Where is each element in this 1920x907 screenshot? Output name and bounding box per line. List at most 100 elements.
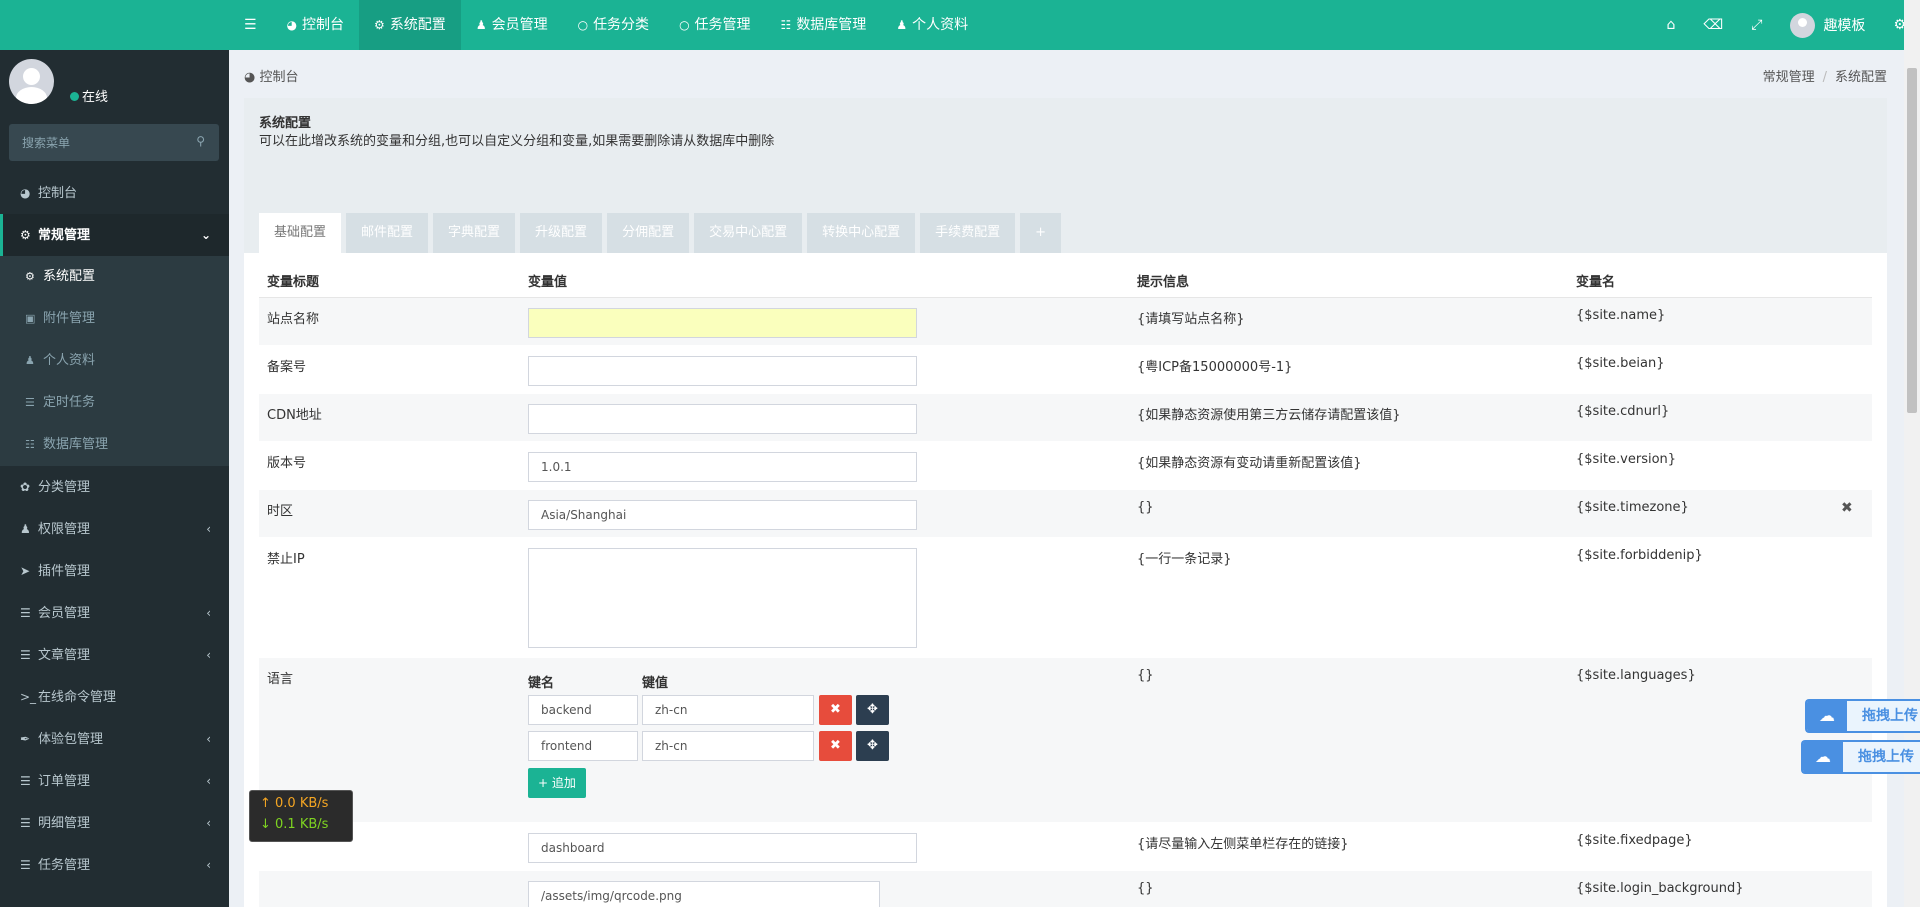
site-name-input[interactable]	[528, 308, 917, 338]
tab-email[interactable]: 邮件配置	[346, 213, 429, 253]
kv-key-header: 键名	[528, 676, 555, 691]
float-upload-button[interactable]: ☁ 拖拽上传	[1801, 740, 1920, 774]
sidebar-item-dashboard[interactable]: ◕ 控制台	[0, 172, 229, 214]
drag-handle-button[interactable]: ✥	[856, 731, 889, 761]
panel-heading: 系统配置 可以在此增改系统的变量和分组,也可以自定义分组和变量,如果需要删除请从…	[244, 98, 1887, 253]
kv-key-input[interactable]: frontend	[528, 731, 638, 761]
main-content: ◕ 控制台 常规管理 / 系统配置 系统配置 可以在此增改系统的变量和分组,也可以自…	[229, 50, 1920, 907]
arrow-up-icon: ↑	[260, 796, 276, 811]
topnav-task-category[interactable]: ○ 任务分类	[563, 0, 664, 50]
topnav-task[interactable]: ○ 任务管理	[664, 0, 765, 50]
page-title: ◕ 控制台	[244, 70, 299, 85]
kv-value-input[interactable]: zh-cn	[642, 695, 814, 725]
topnav-profile[interactable]: ♟ 个人资料	[881, 0, 983, 50]
sidebar-subitem-attachment[interactable]: ▣ 附件管理	[0, 298, 229, 340]
menu-icon: ☰	[244, 17, 257, 33]
dashboard-icon: ◕	[20, 186, 31, 200]
list-icon: ☰	[20, 858, 31, 872]
terminal-icon: >_	[20, 690, 37, 704]
append-button[interactable]: + 追加	[528, 768, 586, 798]
row-tip: {}	[1137, 668, 1154, 683]
fullscreen-icon[interactable]: ⤢	[1737, 17, 1776, 33]
row-tip: {请填写站点名称}	[1137, 312, 1245, 327]
dashboard-icon: ◕	[244, 70, 260, 85]
home-icon[interactable]: ⌂	[1653, 17, 1690, 33]
tab-basic[interactable]: 基础配置	[259, 213, 342, 253]
sidebar-subitem-crontab[interactable]: ☰ 定时任务	[0, 382, 229, 424]
sidebar-item-package[interactable]: ✒ 体验包管理 ‹	[0, 718, 229, 760]
sidebar-item-auth[interactable]: ♟ 权限管理 ‹	[0, 508, 229, 550]
group-icon: ♟	[20, 522, 31, 536]
gear-icon: ⚙	[374, 18, 385, 32]
remove-pair-button[interactable]: ✖	[819, 731, 852, 761]
timezone-input[interactable]: Asia/Shanghai	[528, 500, 917, 530]
sidebar-item-order[interactable]: ☰ 订单管理 ‹	[0, 760, 229, 802]
remove-pair-button[interactable]: ✖	[819, 695, 852, 725]
search-icon[interactable]: ⚲	[196, 134, 205, 148]
col-title-header: 变量标题	[267, 275, 320, 290]
row-tip: {如果静态资源使用第三方云储存请配置该值}	[1137, 408, 1401, 423]
sidebar-menu: ◕ 控制台 ⚙ 常规管理 ⌄ ⚙ 系统配置 ▣ 附件管理 ♟ 个人资料 ☰ 定时任务 ☷ 数据库…	[0, 172, 229, 886]
sidebar-subitem-database[interactable]: ☷ 数据库管理	[0, 424, 229, 466]
tab-trade-center[interactable]: 交易中心配置	[694, 213, 803, 253]
top-navbar: ☰ ◕ 控制台 ⚙ 系统配置 ♟ 会员管理 ○ 任务分类 ○ 任务管理 ☷ 数据库管理 ♟ 个…	[229, 0, 1920, 50]
tab-dictionary[interactable]: 字典配置	[433, 213, 516, 253]
topnav-config[interactable]: ⚙ 系统配置	[359, 0, 461, 50]
row-var: {$site.cdnurl}	[1576, 404, 1670, 419]
drag-handle-button[interactable]: ✥	[856, 695, 889, 725]
sidebar-item-addon[interactable]: ➤ 插件管理	[0, 550, 229, 592]
delete-row-icon[interactable]: ✖	[1841, 500, 1853, 516]
beian-input[interactable]	[528, 356, 917, 386]
kv-key-input[interactable]: backend	[528, 695, 638, 725]
tab-convert-center[interactable]: 转换中心配置	[807, 213, 916, 253]
user-menu[interactable]: 趣模板	[1776, 12, 1879, 38]
list-icon: ☰	[20, 816, 31, 830]
table-row: /assets/img/qrcode.png ⇧ 上传 ☰ 选择 {} {$si…	[259, 871, 1872, 907]
row-title: 禁止IP	[267, 552, 305, 567]
row-title: 语言	[267, 672, 294, 687]
forbiddenip-textarea[interactable]	[528, 548, 917, 648]
tab-fee[interactable]: 手续费配置	[920, 213, 1016, 253]
version-input[interactable]: 1.0.1	[528, 452, 917, 482]
tab-upgrade[interactable]: 升级配置	[520, 213, 603, 253]
topnav-database[interactable]: ☷ 数据库管理	[766, 0, 882, 50]
scrollbar-thumb[interactable]	[1907, 68, 1917, 413]
sidebar-item-general[interactable]: ⚙ 常规管理 ⌄	[0, 214, 229, 256]
chevron-left-icon: ‹	[206, 858, 211, 872]
row-tip: {粤ICP备15000000号-1}	[1137, 360, 1293, 375]
sidebar-item-article[interactable]: ☰ 文章管理 ‹	[0, 634, 229, 676]
logo-area	[0, 0, 229, 50]
sidebar-item-task[interactable]: ☰ 任务管理 ‹	[0, 844, 229, 886]
tab-commission[interactable]: 分佣配置	[607, 213, 690, 253]
table-row: CDN地址 {如果静态资源使用第三方云储存请配置该值} {$site.cdnur…	[259, 394, 1872, 442]
cdnurl-input[interactable]	[528, 404, 917, 434]
download-speed: ↓ 0.1 KB/s	[260, 817, 329, 832]
sidebar-item-member[interactable]: ☰ 会员管理 ‹	[0, 592, 229, 634]
list-icon: ☰	[20, 648, 31, 662]
sidebar-item-category[interactable]: ✿ 分类管理	[0, 466, 229, 508]
kv-value-input[interactable]: zh-cn	[642, 731, 814, 761]
login-background-input[interactable]: /assets/img/qrcode.png	[528, 881, 880, 907]
table-row: 站点名称 {请填写站点名称} {$site.name}	[259, 298, 1872, 346]
sidebar-subitem-config[interactable]: ⚙ 系统配置	[0, 256, 229, 298]
chevron-down-icon: ⌄	[200, 228, 211, 242]
config-table: 变量标题 变量值 提示信息 变量名 站点名称 {请填写站点名称} {$site.…	[259, 253, 1872, 907]
list-icon: ☰	[20, 606, 31, 620]
topnav-dashboard[interactable]: ◕ 控制台	[272, 0, 359, 50]
submenu-general: ⚙ 系统配置 ▣ 附件管理 ♟ 个人资料 ☰ 定时任务 ☷ 数据库管理	[0, 256, 229, 466]
breadcrumb-parent[interactable]: 常规管理	[1763, 70, 1815, 85]
table-header: 变量标题 变量值 提示信息 变量名	[259, 253, 1872, 298]
plus-icon: +	[538, 776, 552, 790]
row-var: {$site.timezone}	[1576, 500, 1689, 515]
sidebar-toggle-button[interactable]: ☰	[229, 0, 272, 50]
network-speed-widget: ↑ 0.0 KB/s ↓ 0.1 KB/s	[249, 790, 353, 842]
sidebar-item-detail[interactable]: ☰ 明细管理 ‹	[0, 802, 229, 844]
sidebar-subitem-profile[interactable]: ♟ 个人资料	[0, 340, 229, 382]
float-upload-button[interactable]: ☁ 拖拽上传	[1805, 699, 1920, 733]
tab-add[interactable]: +	[1020, 213, 1062, 253]
trash-icon[interactable]: ⌫	[1689, 17, 1737, 33]
topnav-member[interactable]: ♟ 会员管理	[461, 0, 563, 50]
fixedpage-input[interactable]: dashboard	[528, 833, 917, 863]
search-input[interactable]	[9, 124, 179, 161]
sidebar-item-command[interactable]: >_ 在线命令管理	[0, 676, 229, 718]
